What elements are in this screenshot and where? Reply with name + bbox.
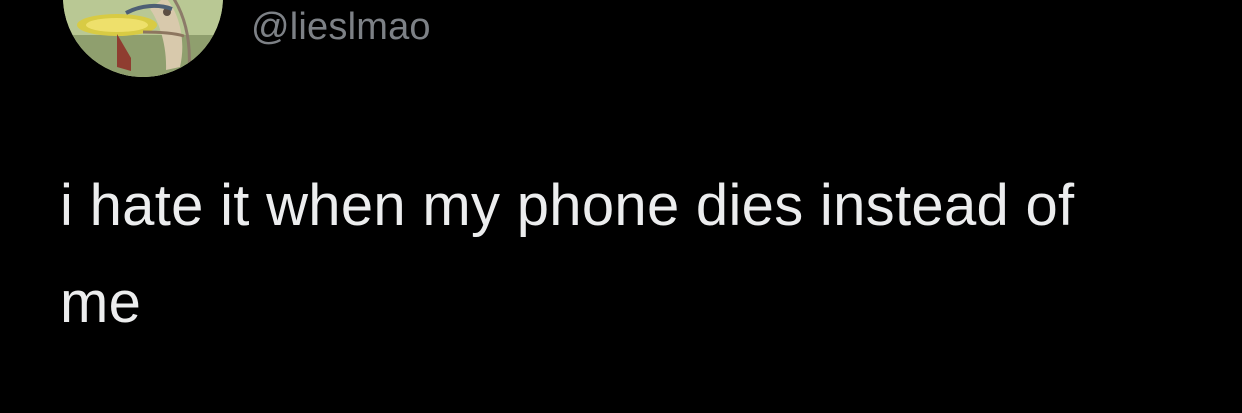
user-handle[interactable]: @lieslmao [251, 5, 431, 49]
cartoon-avatar-icon [63, 0, 223, 77]
tweet-text: i hate it when my phone dies instead of … [60, 173, 1075, 335]
avatar[interactable] [63, 0, 223, 77]
tweet-card: @lieslmao i hate it when my phone dies i… [0, 0, 1242, 413]
